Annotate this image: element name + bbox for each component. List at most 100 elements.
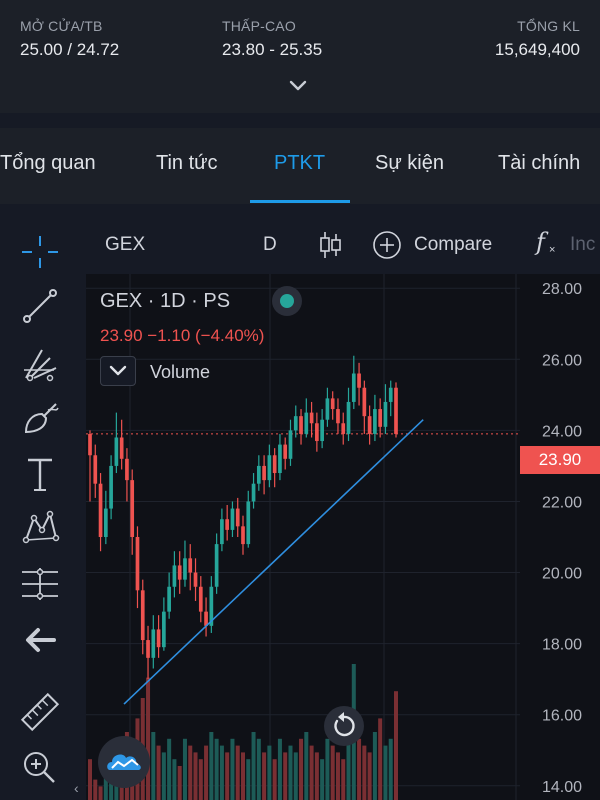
candle-body [299, 416, 303, 434]
candle-body [320, 419, 324, 442]
candle-body [315, 423, 319, 442]
candle-body [388, 387, 393, 402]
candle-body [125, 458, 129, 481]
candle-body [256, 465, 261, 484]
volume-bar [256, 738, 261, 800]
active-tab-indicator [250, 200, 350, 203]
candle-body [135, 537, 140, 591]
open-average-label: MỞ CỬA/TB [20, 18, 103, 34]
stats-panel: MỞ CỬA/TB 25.00 / 24.72 THẤP-CAO 23.80 -… [0, 0, 600, 113]
candlestick-type-icon[interactable] [318, 230, 342, 260]
candle-body [278, 444, 282, 474]
symbol-selector[interactable]: GEX [105, 234, 145, 256]
volume-bar [320, 759, 325, 800]
measure-icon[interactable] [20, 564, 60, 604]
candle-body [146, 640, 150, 658]
price-axis-tick-label: 28.00 [542, 281, 582, 298]
candle-body [225, 519, 230, 530]
interval-selector[interactable]: D [263, 234, 277, 256]
volume-bar [204, 745, 209, 800]
candle-body [151, 629, 156, 658]
volume-bar [188, 745, 193, 800]
pitchfork-icon[interactable] [20, 344, 60, 384]
collapse-sidebar-icon[interactable]: ‹ [74, 780, 79, 796]
tab-bar: Tổng quan Tin tức PTKT Sự kiện Tài chính [0, 128, 600, 204]
function-icon: f [536, 228, 545, 256]
volume-bar [87, 759, 93, 800]
volume-collapse-button[interactable] [100, 356, 136, 386]
volume-bar [304, 732, 309, 800]
volume-bar [335, 752, 340, 800]
candle-body [220, 519, 224, 545]
open-average-value: 25.00 / 24.72 [20, 40, 120, 59]
volume-bar [235, 745, 240, 800]
tab-events[interactable]: Sự kiện [375, 152, 444, 175]
indicators-button[interactable]: f × Inc [536, 228, 600, 260]
volume-bar [362, 745, 367, 800]
volume-bar [225, 752, 230, 800]
tab-technical-analysis[interactable]: PTKT [274, 152, 325, 175]
plus-circle-icon [373, 231, 401, 259]
text-icon[interactable] [20, 454, 60, 494]
volume-bar [161, 752, 166, 800]
candle-body [362, 387, 367, 417]
compare-button[interactable]: Compare [372, 230, 502, 260]
tab-overview[interactable]: Tổng quan [0, 152, 96, 175]
chevron-down-icon [109, 365, 127, 376]
chevron-down-icon[interactable] [288, 78, 308, 94]
back-arrow-icon[interactable] [20, 620, 60, 660]
candle-body [214, 544, 219, 587]
candle-body [373, 409, 377, 434]
tab-finance[interactable]: Tài chính [498, 152, 580, 175]
candle-body [341, 423, 346, 434]
total-volume-stat: TỔNG KL 15,649,400 [495, 18, 580, 60]
volume-bar [193, 752, 198, 800]
candle-body [241, 526, 245, 545]
tradingview-logo-button[interactable] [98, 736, 150, 788]
volume-bar [299, 738, 304, 800]
volume-indicator-label: Volume [150, 362, 211, 382]
candle-body [119, 437, 124, 459]
candle-body [188, 558, 193, 573]
price-chart[interactable]: 28.00 26.00 24.00 22.00 20.00 18.00 16.00 14.00… [86, 274, 600, 800]
volume-bar [182, 738, 187, 800]
zoom-in-icon[interactable] [20, 748, 60, 788]
volume-bar [98, 786, 103, 800]
candle-body [330, 398, 335, 410]
price-axis-tick-label: 22.00 [542, 494, 582, 511]
pattern-icon[interactable] [20, 508, 60, 548]
candle-body [109, 465, 113, 509]
reset-chart-button[interactable] [324, 706, 364, 746]
volume-bar [357, 738, 362, 800]
volume-bar [262, 752, 267, 800]
volume-bar [198, 759, 203, 800]
last-price-tag: 23.90 [520, 446, 600, 474]
volume-bar [341, 759, 346, 800]
volume-bar [219, 745, 224, 800]
volume-bar [240, 752, 246, 800]
volume-bar [393, 691, 399, 800]
candle-body [193, 572, 198, 587]
volume-bar [156, 745, 161, 800]
function-subscript: × [549, 244, 556, 256]
volume-bar [383, 745, 388, 800]
trend-line-icon[interactable] [20, 286, 60, 326]
volume-bar [367, 752, 372, 800]
candle-body [262, 465, 266, 481]
candle-body [394, 387, 398, 434]
candle-body [235, 508, 240, 527]
brush-icon[interactable] [20, 398, 60, 438]
volume-bar [314, 752, 319, 800]
volume-bar [246, 759, 251, 800]
crosshair-icon[interactable] [20, 232, 60, 272]
candle-body [251, 483, 256, 502]
tab-news[interactable]: Tin tức [156, 152, 218, 175]
volume-bar [272, 759, 277, 800]
volume-bar [230, 738, 235, 800]
candle-body [383, 401, 388, 427]
price-axis-tick-label: 16.00 [542, 708, 582, 725]
ruler-icon[interactable] [20, 692, 60, 732]
candle-body [103, 508, 108, 537]
candle-body [304, 412, 309, 434]
candle-body [183, 558, 187, 580]
